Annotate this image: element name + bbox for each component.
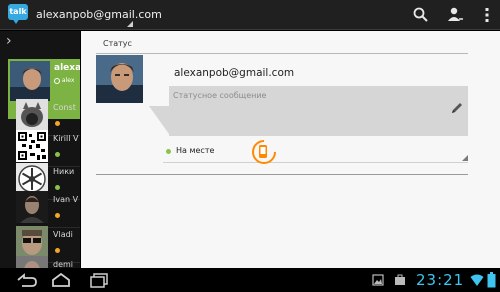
presence-available-dot	[55, 152, 60, 157]
contact-name: Const	[53, 103, 76, 112]
back-icon[interactable]	[14, 272, 38, 288]
gallery-notification-icon[interactable]	[372, 274, 384, 286]
sunglasses-avatar	[16, 226, 48, 258]
presence-away-dot	[55, 248, 60, 253]
talk-app-icon[interactable]: talk	[8, 4, 28, 26]
section-title: Статус	[103, 39, 132, 48]
contact-name: Kirill V	[53, 134, 79, 143]
contact-name: Vladi	[53, 230, 73, 239]
system-clock: 23:21	[416, 271, 465, 289]
status-ring-icon	[54, 77, 60, 84]
presence-available-dot	[166, 149, 171, 154]
wifi-icon	[470, 274, 484, 286]
panel-divider	[96, 174, 468, 175]
contact-name: Ники	[53, 167, 75, 176]
system-bar: 23:21	[0, 268, 500, 292]
action-bar: talk alexanpob@gmail.com	[0, 0, 500, 30]
edit-pencil-icon[interactable]	[450, 101, 464, 115]
contact-list: › alexa alex Const Kirill V Ники Ivan V …	[0, 31, 80, 271]
presence-away-dot	[55, 121, 60, 126]
profile-avatar[interactable]	[96, 55, 143, 103]
qr-avatar	[16, 130, 48, 162]
add-person-icon[interactable]	[446, 6, 464, 24]
overflow-menu-icon[interactable]	[478, 6, 496, 24]
store-notification-icon[interactable]	[394, 274, 406, 286]
selected-contact-name: alexa	[54, 63, 80, 73]
wolf-avatar	[16, 99, 48, 131]
presence-away-dot	[55, 213, 60, 218]
profile-email: alexanpob@gmail.com	[174, 67, 295, 79]
section-divider	[96, 53, 468, 54]
recent-apps-icon[interactable]	[88, 272, 110, 288]
contact-name: Ivan V	[53, 195, 79, 204]
account-selector[interactable]: alexanpob@gmail.com	[36, 8, 162, 21]
account-dropdown-indicator	[127, 21, 133, 27]
battery-icon	[487, 272, 496, 288]
portrait-avatar	[16, 191, 48, 223]
list-item[interactable]: Ivan V	[16, 191, 80, 229]
self-avatar	[10, 61, 50, 101]
search-icon[interactable]	[412, 6, 430, 24]
presence-selector[interactable]: На месте	[163, 141, 468, 163]
presence-label: На месте	[176, 146, 215, 155]
status-message-placeholder: Статусное сообщение	[173, 91, 267, 100]
chevron-right-icon[interactable]: ›	[6, 33, 12, 49]
profile-panel: Статус alexanpob@gmail.com Статусное соо…	[81, 31, 500, 271]
home-icon[interactable]	[50, 272, 72, 288]
phone-touch-indicator	[252, 140, 276, 164]
spinner-indicator	[462, 155, 468, 161]
status-bubble-pointer	[149, 106, 169, 134]
selected-contact-status: alex	[54, 77, 74, 84]
presence-available-dot	[55, 185, 60, 190]
